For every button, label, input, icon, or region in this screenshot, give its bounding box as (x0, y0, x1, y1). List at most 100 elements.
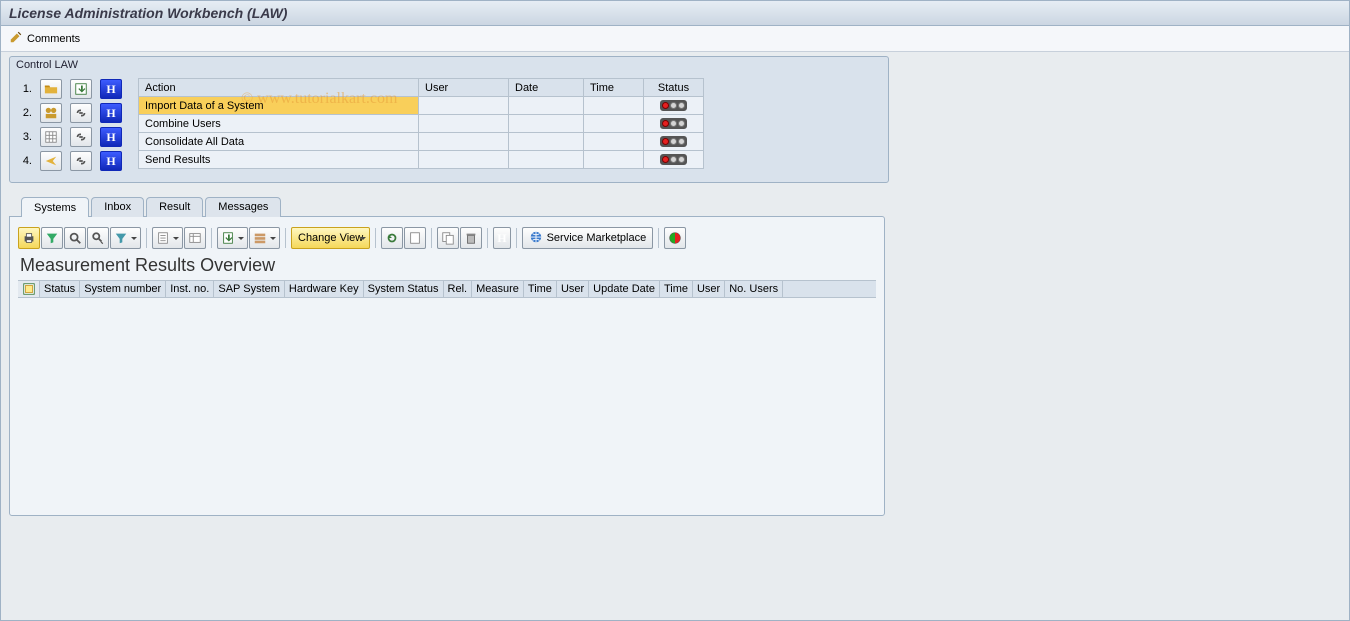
open-folder-button[interactable] (40, 79, 62, 99)
col-header-user[interactable]: User (419, 79, 509, 97)
comments-button[interactable]: Comments (9, 30, 80, 47)
column-header[interactable]: Status (40, 281, 80, 297)
date-cell (509, 133, 584, 151)
delete-button[interactable] (460, 227, 482, 249)
column-header[interactable]: Measure (472, 281, 524, 297)
col-header-time[interactable]: Time (584, 79, 644, 97)
user-cell (419, 97, 509, 115)
column-header[interactable]: Rel. (444, 281, 473, 297)
control-action-buttons: 1. H 2. H (16, 78, 130, 172)
print-button[interactable] (18, 227, 40, 249)
import-button[interactable] (70, 79, 92, 99)
col-header-action[interactable]: Action (139, 79, 419, 97)
time-cell (584, 151, 644, 169)
overview-title: Measurement Results Overview (18, 253, 876, 280)
consolidate-button[interactable] (40, 127, 62, 147)
service-marketplace-label: Service Marketplace (547, 232, 647, 244)
action-cell: Import Data of a System (139, 97, 419, 115)
table-row[interactable]: Send Results (139, 151, 704, 169)
time-cell (584, 133, 644, 151)
link-button[interactable] (70, 151, 92, 171)
download-button[interactable] (217, 227, 248, 249)
pencil-icon (9, 30, 23, 47)
info-button[interactable]: H (100, 103, 122, 123)
comments-label: Comments (27, 33, 80, 45)
select-all-button[interactable] (18, 281, 40, 297)
column-header[interactable]: Hardware Key (285, 281, 364, 297)
status-cell (644, 133, 704, 151)
column-header[interactable]: SAP System (214, 281, 285, 297)
user-cell (419, 151, 509, 169)
link-button[interactable] (70, 127, 92, 147)
row-number: 3. (16, 131, 34, 143)
status-cell (644, 115, 704, 133)
user-cell (419, 133, 509, 151)
toolbar-separator (431, 228, 432, 248)
results-table-header: StatusSystem numberInst. no.SAP SystemHa… (18, 280, 876, 298)
toolbar-separator (516, 228, 517, 248)
info-button[interactable]: H (100, 79, 122, 99)
action-cell: Combine Users (139, 115, 419, 133)
toolbar-separator (487, 228, 488, 248)
status-cell (644, 151, 704, 169)
results-table-body (18, 298, 876, 498)
control-law-group: Control LAW 1. H 2. (9, 56, 889, 183)
time-cell (584, 115, 644, 133)
info-button[interactable]: H (493, 227, 510, 249)
export-button[interactable] (152, 227, 183, 249)
toolbar-separator (285, 228, 286, 248)
change-view-label: Change View (298, 232, 363, 244)
control-actions-table: Action User Date Time Status Import Data… (138, 78, 704, 169)
date-cell (509, 115, 584, 133)
create-button[interactable] (404, 227, 426, 249)
info-button[interactable]: H (100, 151, 122, 171)
copy-button[interactable] (437, 227, 459, 249)
column-header[interactable]: Time (660, 281, 693, 297)
info-button[interactable]: H (100, 127, 122, 147)
action-cell: Consolidate All Data (139, 133, 419, 151)
col-header-status[interactable]: Status (644, 79, 704, 97)
tab-messages[interactable]: Messages (205, 197, 281, 217)
status-cell (644, 97, 704, 115)
column-header[interactable]: Inst. no. (166, 281, 214, 297)
tab-inbox[interactable]: Inbox (91, 197, 144, 217)
service-marketplace-button[interactable]: Service Marketplace (522, 227, 654, 249)
find-button[interactable] (64, 227, 86, 249)
table-row[interactable]: Combine Users (139, 115, 704, 133)
filter-button[interactable] (41, 227, 63, 249)
column-header[interactable]: System number (80, 281, 166, 297)
alv-toolbar: Change View (18, 227, 876, 253)
row-number: 1. (16, 83, 34, 95)
toolbar-separator (211, 228, 212, 248)
tab-systems[interactable]: Systems (21, 197, 89, 217)
col-header-date[interactable]: Date (509, 79, 584, 97)
find-next-button[interactable] (87, 227, 109, 249)
app-toolbar: Comments (1, 26, 1349, 52)
action-cell: Send Results (139, 151, 419, 169)
send-button[interactable] (40, 151, 62, 171)
status-legend-button[interactable] (664, 227, 686, 249)
table-row[interactable]: Consolidate All Data (139, 133, 704, 151)
row-number: 4. (16, 155, 34, 167)
tab-result[interactable]: Result (146, 197, 203, 217)
totals-button[interactable] (249, 227, 280, 249)
systems-tab-panel: Change View (9, 216, 885, 516)
change-view-button[interactable]: Change View (291, 227, 370, 249)
column-header[interactable]: User (557, 281, 589, 297)
table-row[interactable]: Import Data of a System (139, 97, 704, 115)
column-header[interactable]: No. Users (725, 281, 783, 297)
date-cell (509, 97, 584, 115)
column-header[interactable]: Time (524, 281, 557, 297)
toolbar-separator (146, 228, 147, 248)
column-header[interactable]: System Status (364, 281, 444, 297)
globe-icon (529, 230, 543, 247)
traffic-light-icon (660, 118, 687, 129)
row-number: 2. (16, 107, 34, 119)
column-header[interactable]: Update Date (589, 281, 660, 297)
link-button[interactable] (70, 103, 92, 123)
layout-button[interactable] (184, 227, 206, 249)
set-filter-button[interactable] (110, 227, 141, 249)
column-header[interactable]: User (693, 281, 725, 297)
combine-users-button[interactable] (40, 103, 62, 123)
refresh-button[interactable] (381, 227, 403, 249)
